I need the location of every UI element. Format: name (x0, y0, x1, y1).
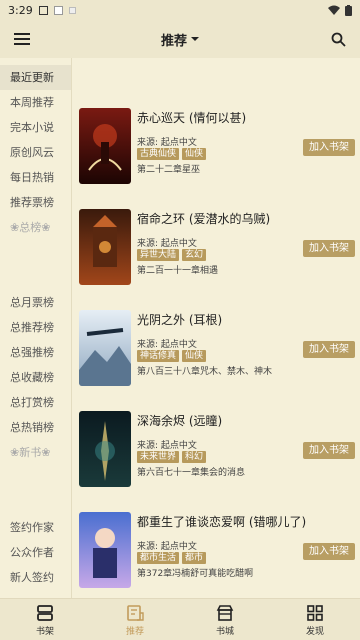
book-title: 宿命之环 (爱潜水的乌贼) (137, 212, 271, 226)
book-title: 深海余烬 (远瞳) (137, 414, 223, 428)
book-tag: 仙侠 (182, 148, 207, 160)
status-time: 3:29 (8, 3, 33, 17)
sidebar-item[interactable]: 推荐票榜 (0, 190, 71, 215)
nav-recommend[interactable]: 推荐 (90, 599, 180, 640)
latest-chapter: 第八百三十八章咒木、禁木、神木 (137, 367, 273, 377)
book-cover (79, 512, 131, 588)
sidebar-item[interactable]: 总强推榜 (0, 340, 71, 365)
caret-down-icon (191, 37, 199, 41)
sidebar-item[interactable]: 总月票榜 (0, 290, 71, 315)
menu-icon (14, 33, 30, 45)
nav-store[interactable]: 书城 (180, 599, 270, 640)
book-tag: 都市生活 (137, 552, 180, 564)
search-icon (331, 32, 346, 47)
discover-icon (307, 604, 323, 621)
nav-label: 发现 (305, 626, 324, 637)
sidebar-item[interactable]: 公众作者 (0, 540, 71, 565)
nav-label: 书城 (215, 626, 234, 637)
sidebar-section-header: ❀新书❀ (10, 446, 51, 459)
book-cover (79, 209, 131, 285)
book-tag: 玄幻 (182, 249, 207, 261)
book-item[interactable]: 都重生了谁谈恋爱啊 (错哪儿了) 来源: 起点中文 都市生活 都市 第372章冯楠… (79, 512, 360, 588)
status-bar: 3:29 (0, 0, 360, 20)
app-bar: 推荐 (0, 20, 360, 58)
add-to-shelf-button[interactable]: 加入书架 (303, 543, 355, 560)
latest-chapter: 第二十二章星巫 (137, 165, 201, 175)
sidebar-item[interactable]: 签约作家 (0, 515, 71, 540)
latest-chapter: 第372章冯楠舒可真能吃醋啊 (137, 569, 254, 579)
book-tag: 都市 (182, 552, 207, 564)
latest-chapter: 第六百七十一章集会的消息 (137, 468, 246, 478)
book-title: 都重生了谁谈恋爱啊 (错哪儿了) (137, 515, 307, 529)
search-button[interactable] (316, 20, 360, 58)
sidebar-item[interactable]: 新人签约 (0, 565, 71, 590)
book-tag: 未来世界 (137, 451, 180, 463)
sidebar-item[interactable]: 总推荐榜 (0, 315, 71, 340)
nav-discover[interactable]: 发现 (270, 599, 360, 640)
add-to-shelf-button[interactable]: 加入书架 (303, 442, 355, 459)
nav-label: 书架 (35, 626, 54, 637)
book-cover (79, 108, 131, 184)
add-to-shelf-button[interactable]: 加入书架 (303, 240, 355, 257)
sidebar-item[interactable]: 总收藏榜 (0, 365, 71, 390)
category-dropdown[interactable]: 推荐 (44, 30, 316, 49)
book-item[interactable]: 赤心巡天 (情何以甚) 来源: 起点中文 古典仙侠 仙侠 第二十二章星巫 加入书架 (79, 108, 360, 184)
book-item[interactable]: 光阴之外 (耳根) 来源: 起点中文 神话修真 仙侠 第八百三十八章咒木、禁木、神… (79, 310, 360, 386)
bottom-nav: 书架 推荐 书城 发现 (0, 598, 360, 640)
notification-icon (38, 5, 48, 15)
bookshelf-icon (37, 604, 53, 621)
notification-icon (53, 5, 63, 15)
book-source: 来源: 起点中文 (137, 138, 197, 148)
book-source: 来源: 起点中文 (137, 441, 197, 451)
book-tag: 仙侠 (182, 350, 207, 362)
book-item[interactable]: 宿命之环 (爱潜水的乌贼) 来源: 起点中文 异世大陆 玄幻 第二百一十一章相遇 … (79, 209, 360, 285)
book-tag: 神话修真 (137, 350, 180, 362)
book-tag: 异世大陆 (137, 249, 180, 261)
page-title: 推荐 (160, 33, 187, 49)
nav-bookshelf[interactable]: 书架 (0, 599, 90, 640)
sidebar-item[interactable]: 最近更新 (0, 65, 71, 90)
book-title: 光阴之外 (耳根) (137, 313, 223, 327)
book-source: 来源: 起点中文 (137, 239, 197, 249)
battery-icon (345, 4, 352, 16)
store-icon (216, 604, 234, 621)
sidebar-item[interactable]: 总打赏榜 (0, 390, 71, 415)
sidebar-item[interactable]: 本周推荐 (0, 90, 71, 115)
wifi-icon (328, 5, 340, 15)
sidebar-section-header: ❀总榜❀ (10, 221, 51, 234)
sidebar-item[interactable]: 总热销榜 (0, 415, 71, 440)
latest-chapter: 第二百一十一章相遇 (137, 266, 219, 276)
book-tag: 科幻 (182, 451, 207, 463)
recommend-icon (127, 604, 144, 621)
book-title: 赤心巡天 (情何以甚) (137, 111, 247, 125)
notification-icon (68, 6, 76, 14)
add-to-shelf-button[interactable]: 加入书架 (303, 139, 355, 156)
book-cover (79, 411, 131, 487)
book-source: 来源: 起点中文 (137, 340, 197, 350)
category-sidebar: 最近更新 本周推荐 完本小说 原创风云 每日热销 推荐票榜 ❀总榜❀ 总月票榜 … (0, 58, 72, 598)
sidebar-item[interactable]: 每日热销 (0, 165, 71, 190)
sidebar-item[interactable]: 原创风云 (0, 140, 71, 165)
nav-label: 推荐 (125, 626, 144, 637)
book-cover (79, 310, 131, 386)
book-tag: 古典仙侠 (137, 148, 180, 160)
sidebar-item[interactable]: 完本小说 (0, 115, 71, 140)
book-item[interactable]: 深海余烬 (远瞳) 来源: 起点中文 未来世界 科幻 第六百七十一章集会的消息 加… (79, 411, 360, 487)
book-source: 来源: 起点中文 (137, 542, 197, 552)
menu-button[interactable] (0, 20, 44, 58)
book-list: 赤心巡天 (情何以甚) 来源: 起点中文 古典仙侠 仙侠 第二十二章星巫 加入书架… (72, 58, 360, 598)
add-to-shelf-button[interactable]: 加入书架 (303, 341, 355, 358)
